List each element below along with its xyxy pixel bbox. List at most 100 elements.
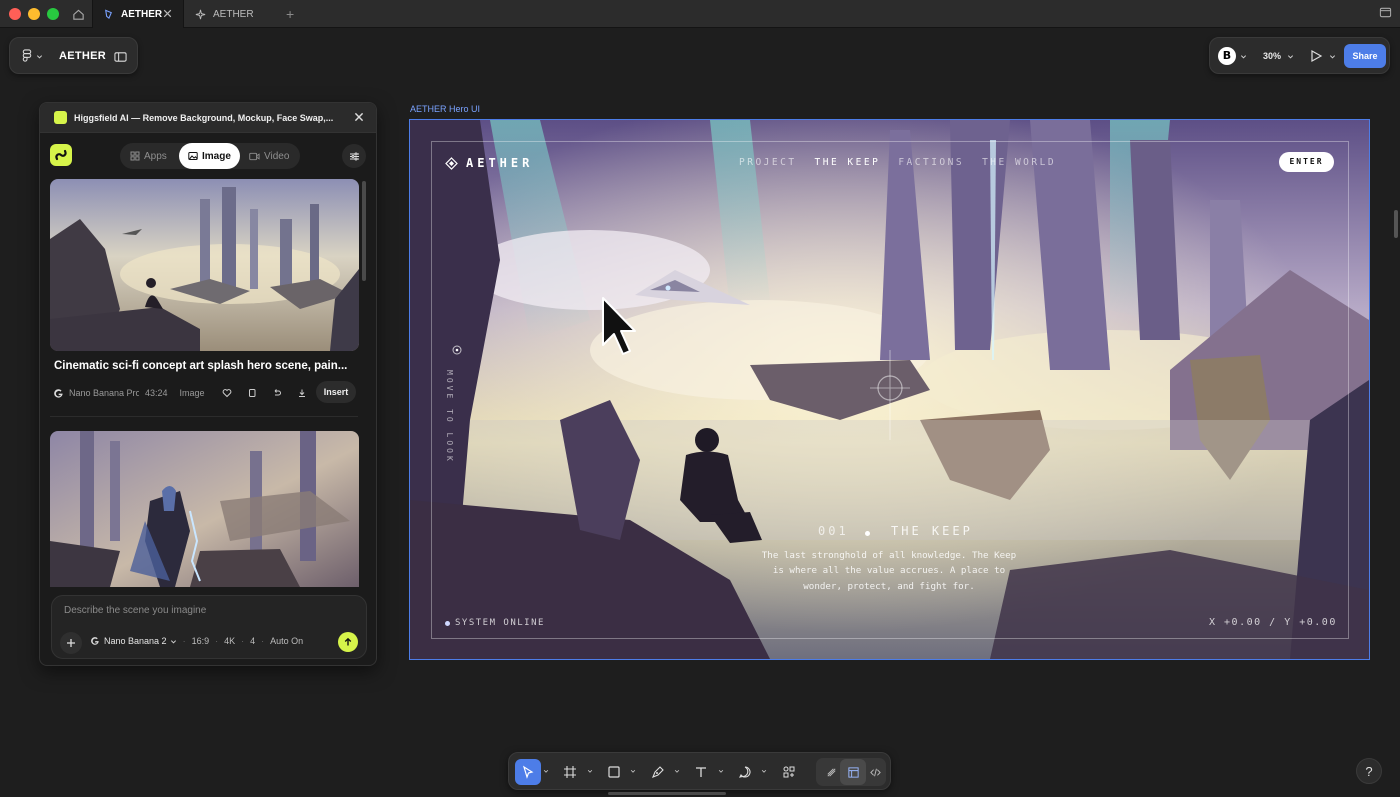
media-kind: Image <box>179 388 205 398</box>
chevron-down-icon[interactable] <box>674 768 680 774</box>
tab-label: AETHER <box>121 8 163 20</box>
chevron-down-icon <box>36 54 43 58</box>
tools-toolbar <box>508 752 891 790</box>
file-menu-bar: AETHER <box>9 37 138 74</box>
share-button[interactable]: Share <box>1344 44 1386 68</box>
reuse-button[interactable] <box>267 383 287 403</box>
chevron-down-icon[interactable] <box>170 638 177 645</box>
send-button[interactable] <box>338 632 358 652</box>
generation-time: 43:24 <box>145 388 168 398</box>
plugin-panel: Higgsfield AI — Remove Background, Mocku… <box>39 102 377 666</box>
heart-icon <box>222 389 231 398</box>
copy-button[interactable] <box>242 383 262 403</box>
zoom-level[interactable]: 30% <box>1263 51 1281 61</box>
chevron-down-icon[interactable] <box>1287 53 1294 60</box>
tab-apps[interactable]: Apps <box>130 143 167 169</box>
sliders-icon <box>349 152 359 160</box>
play-icon[interactable] <box>1309 49 1323 63</box>
figma-logo-icon <box>22 49 32 62</box>
nav-item-factions[interactable]: FACTIONS <box>898 157 964 168</box>
chevron-down-icon[interactable] <box>1240 53 1247 60</box>
hero-frame[interactable]: AETHER PROJECT THE KEEP FACTIONS THE WOR… <box>409 119 1370 660</box>
hero-hud-overlay: AETHER PROJECT THE KEEP FACTIONS THE WOR… <box>410 120 1369 659</box>
tab-image[interactable]: Image <box>179 143 240 169</box>
shape-tool-button[interactable] <box>601 759 627 785</box>
move-to-look-hint: MOVE TO LOOK <box>445 370 454 464</box>
actions-button[interactable] <box>776 759 802 785</box>
main-menu-button[interactable] <box>22 49 43 63</box>
chevron-down-icon[interactable] <box>718 768 724 774</box>
image-prompt-title: Cinematic sci-fi concept art splash hero… <box>54 360 348 372</box>
move-tool-button[interactable] <box>515 759 541 785</box>
chevron-down-icon[interactable] <box>630 768 636 774</box>
filter-button[interactable] <box>342 144 366 168</box>
generated-image-thumbnail[interactable] <box>50 431 359 587</box>
canvas-scrollbar[interactable] <box>1394 210 1398 238</box>
zoom-window-button[interactable] <box>47 8 59 20</box>
help-button[interactable]: ? <box>1356 758 1382 784</box>
count-selector[interactable]: 4 <box>250 636 255 646</box>
scrollbar[interactable] <box>362 181 366 281</box>
model-name: Nano Banana Pro <box>69 388 139 398</box>
model-selector[interactable]: Nano Banana 2 <box>104 636 167 646</box>
close-window-button[interactable] <box>9 8 21 20</box>
new-tab-button[interactable]: + <box>286 6 294 22</box>
add-reference-button[interactable] <box>60 632 82 654</box>
text-tool-button[interactable] <box>688 759 714 785</box>
layout-panel-icon[interactable] <box>114 50 127 68</box>
section-name: THE KEEP <box>891 524 973 538</box>
generation-options: Nano Banana 2 · 16:9 · 4K · 4 · Auto On <box>90 636 303 646</box>
generated-image-thumbnail[interactable] <box>50 179 359 351</box>
download-button[interactable] <box>292 383 312 403</box>
tab-label: Video <box>264 150 290 162</box>
minimize-window-button[interactable] <box>28 8 40 20</box>
file-title[interactable]: AETHER <box>59 50 106 62</box>
undo-icon <box>274 389 281 396</box>
image-meta-row: Nano Banana Pro 43:24 Image <box>53 383 312 403</box>
media-type-tabs: Apps Image Video <box>120 143 300 169</box>
nav-item-the-world[interactable]: THE WORLD <box>982 157 1056 168</box>
chevron-down-icon[interactable] <box>761 768 767 774</box>
favorite-button[interactable] <box>217 383 237 403</box>
brand-logo[interactable]: AETHER <box>445 156 533 170</box>
mode-switcher <box>816 758 886 786</box>
enter-button[interactable]: ENTER <box>1279 152 1334 172</box>
higgsfield-logo-icon <box>54 111 67 124</box>
status-dot <box>445 620 450 626</box>
close-tab-icon[interactable] <box>162 8 173 19</box>
auto-toggle[interactable]: Auto On <box>270 636 303 646</box>
target-dot-icon <box>452 345 462 355</box>
sidebar-toggle-icon[interactable] <box>1379 6 1392 24</box>
section-description: The last stronghold of all knowledge. Th… <box>761 550 1017 592</box>
grid-icon <box>130 151 140 161</box>
frame-label[interactable]: AETHER Hero UI <box>410 104 480 114</box>
rectangle-icon <box>608 766 620 778</box>
pen-tool-button[interactable] <box>645 759 671 785</box>
aspect-ratio-selector[interactable]: 16:9 <box>192 636 210 646</box>
prompt-input[interactable] <box>64 605 354 616</box>
tab-label: AETHER <box>213 8 254 20</box>
tab-aether-dev[interactable]: AETHER <box>185 0 277 28</box>
dev-mode-button[interactable] <box>862 759 888 785</box>
pen-icon <box>652 766 664 778</box>
nav-item-project[interactable]: PROJECT <box>739 157 797 168</box>
frame-tool-button[interactable] <box>557 759 583 785</box>
chevron-down-icon[interactable] <box>587 768 593 774</box>
text-icon <box>696 767 706 777</box>
insert-button[interactable]: Insert <box>316 381 356 403</box>
home-icon[interactable] <box>64 0 92 28</box>
close-icon[interactable] <box>353 111 365 123</box>
window-titlebar: AETHER AETHER + <box>0 0 1400 28</box>
avatar[interactable]: B <box>1218 47 1236 65</box>
resolution-selector[interactable]: 4K <box>224 636 235 646</box>
components-icon <box>783 766 795 778</box>
brand-name: AETHER <box>466 156 534 170</box>
chevron-down-icon[interactable] <box>1329 53 1336 60</box>
pencil-icon <box>826 767 836 777</box>
chevron-down-icon[interactable] <box>543 768 549 774</box>
comment-tool-button[interactable] <box>732 759 758 785</box>
plus-icon <box>67 639 75 647</box>
tab-aether-design[interactable]: AETHER <box>92 0 184 28</box>
tab-video[interactable]: Video <box>249 143 289 169</box>
nav-item-the-keep[interactable]: THE KEEP <box>815 157 881 168</box>
